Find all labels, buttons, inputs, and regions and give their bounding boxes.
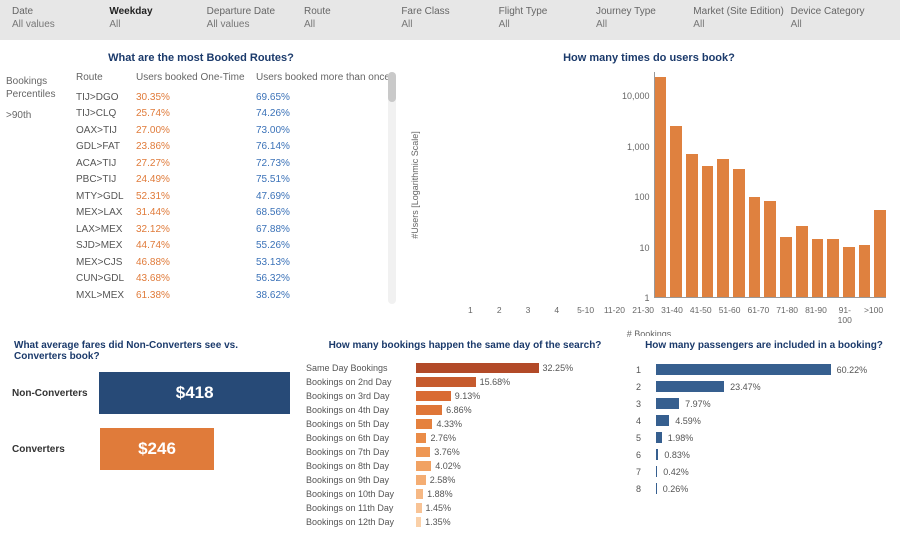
scrollbar-thumb[interactable] [388,72,396,102]
filter-bar: DateAll valuesWeekdayAllDeparture DateAl… [0,0,900,40]
table-row[interactable]: TIJ>DGO30.35%69.65% [76,89,396,106]
bar[interactable] [812,239,824,297]
panel-booked-routes: What are the most Booked Routes? Booking… [6,48,396,328]
filter-route[interactable]: RouteAll [304,6,401,30]
bar[interactable] [843,247,855,297]
filter-departure-date[interactable]: Departure DateAll values [207,6,304,30]
panel-title: What average fares did Non-Converters se… [12,336,290,372]
percentile-value: >90th [6,110,76,121]
passenger-bar[interactable]: 37.97% [636,395,892,412]
day-bar[interactable]: Bookings on 9th Day2.58% [306,473,624,487]
fare-bar[interactable]: Converters$246 [12,428,290,470]
panel-title: How many passengers are included in a bo… [636,336,892,361]
table-row[interactable]: CUN>GDL43.68%56.32% [76,271,396,288]
table-row[interactable]: PBC>TIJ24.49%75.51% [76,172,396,189]
bar[interactable] [717,159,729,297]
day-bar[interactable]: Bookings on 2nd Day15.68% [306,375,624,389]
day-bar[interactable]: Bookings on 4th Day6.86% [306,403,624,417]
percentile-sidebar: Bookings Percentiles >90th [6,72,76,304]
table-header: Route Users booked One-Time Users booked… [76,72,396,83]
filter-weekday[interactable]: WeekdayAll [109,6,206,30]
panel-passengers: How many passengers are included in a bo… [634,336,894,529]
passenger-bar[interactable]: 70.42% [636,463,892,480]
passenger-bar[interactable]: 223.47% [636,378,892,395]
bar[interactable] [796,226,808,297]
table-row[interactable]: GDL>FAT23.86%76.14% [76,139,396,156]
day-bar[interactable]: Same Day Bookings32.25% [306,361,624,375]
bar[interactable] [859,245,871,297]
filter-flight-type[interactable]: Flight TypeAll [499,6,596,30]
day-bar[interactable]: Bookings on 5th Day4.33% [306,417,624,431]
passenger-bar[interactable]: 51.98% [636,429,892,446]
bar-chart[interactable] [654,72,887,298]
day-bar[interactable]: Bookings on 7th Day3.76% [306,445,624,459]
passenger-bar[interactable]: 44.59% [636,412,892,429]
table-row[interactable]: OAX>TIJ27.00%73.00% [76,122,396,139]
day-bar[interactable]: Bookings on 10th Day1.88% [306,487,624,501]
passenger-bar[interactable]: 80.26% [636,480,892,497]
table-row[interactable]: SJD>MEX44.74%55.26% [76,238,396,255]
table-row[interactable]: ACA>TIJ27.27%72.73% [76,155,396,172]
day-bar[interactable]: Bookings on 3rd Day9.13% [306,389,624,403]
bar[interactable] [827,239,839,297]
bar[interactable] [733,169,745,297]
filter-date[interactable]: DateAll values [12,6,109,30]
bar[interactable] [670,126,682,297]
day-bar[interactable]: Bookings on 6th Day2.76% [306,431,624,445]
passenger-bar[interactable]: 160.22% [636,361,892,378]
fare-bar[interactable]: Non-Converters$418 [12,372,290,414]
filter-device-category[interactable]: Device CategoryAll [791,6,888,30]
bar[interactable] [702,166,714,297]
panel-same-day: How many bookings happen the same day of… [304,336,626,529]
table-row[interactable]: LAX>MEX32.12%67.88% [76,221,396,238]
panel-title: How many times do users book? [404,48,894,72]
bar[interactable] [655,77,667,297]
table-row[interactable]: MTY>GDL52.31%47.69% [76,188,396,205]
y-axis-label: #Users [Logarithmic Scale] [408,72,422,298]
filter-market-site-edition-[interactable]: Market (Site Edition)All [693,6,790,30]
y-axis-ticks: 1101001,00010,000 [422,72,654,298]
panel-booking-frequency: How many times do users book? #Users [Lo… [404,48,894,328]
filter-journey-type[interactable]: Journey TypeAll [596,6,693,30]
scrollbar[interactable] [388,72,396,304]
bar[interactable] [780,237,792,298]
x-axis-ticks: 12345-1011-2021-3031-4041-5051-6061-7071… [404,305,894,325]
bar[interactable] [749,197,761,298]
day-bar[interactable]: Bookings on 12th Day1.35% [306,515,624,529]
panel-title: How many bookings happen the same day of… [306,336,624,361]
table-row[interactable]: TIJ>CLQ25.74%74.26% [76,106,396,123]
bar[interactable] [764,201,776,297]
bar[interactable] [874,210,886,297]
passenger-bar[interactable]: 60.83% [636,446,892,463]
bar[interactable] [686,154,698,297]
filter-fare-class[interactable]: Fare ClassAll [401,6,498,30]
panel-title: What are the most Booked Routes? [6,48,396,72]
panel-avg-fares: What average fares did Non-Converters se… [6,336,296,529]
table-row[interactable]: MXL>MEX61.38%38.62% [76,287,396,304]
day-bar[interactable]: Bookings on 11th Day1.45% [306,501,624,515]
day-bar[interactable]: Bookings on 8th Day4.02% [306,459,624,473]
table-row[interactable]: MEX>CJS46.88%53.13% [76,254,396,271]
table-row[interactable]: MEX>LAX31.44%68.56% [76,205,396,222]
